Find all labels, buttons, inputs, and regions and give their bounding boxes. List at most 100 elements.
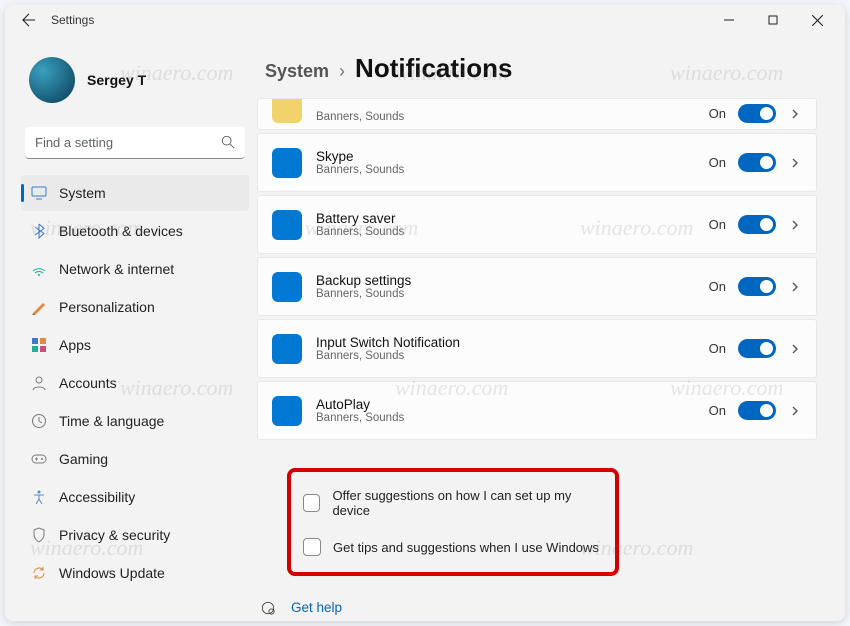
row-right: On <box>709 104 802 123</box>
row-title: Skype <box>316 149 404 164</box>
toggle-switch[interactable] <box>738 153 776 172</box>
minimize-button[interactable] <box>707 5 751 35</box>
app-icon <box>272 396 302 426</box>
sidebar: Sergey T System Bluetooth & devices Networ… <box>5 35 257 621</box>
sidebar-item-label: Windows Update <box>59 565 165 581</box>
chevron-right-icon <box>788 157 802 169</box>
sidebar-item-bluetooth-devices[interactable]: Bluetooth & devices <box>21 213 249 249</box>
checkbox-label: Get tips and suggestions when I use Wind… <box>333 540 599 555</box>
sidebar-item-label: Bluetooth & devices <box>59 223 183 239</box>
sidebar-item-windows-update[interactable]: Windows Update <box>21 555 249 591</box>
gaming-icon <box>31 451 47 467</box>
app-icon <box>272 98 302 123</box>
toggle-state-label: On <box>709 341 726 356</box>
row-text: SkypeBanners, Sounds <box>316 149 404 176</box>
app-icon <box>272 210 302 240</box>
sidebar-item-apps[interactable]: Apps <box>21 327 249 363</box>
row-subtitle: Banners, Sounds <box>316 226 404 238</box>
sidebar-item-time-language[interactable]: Time & language <box>21 403 249 439</box>
toggle-switch[interactable] <box>738 339 776 358</box>
breadcrumb-root[interactable]: System <box>265 61 329 82</box>
checkbox-row-setup-suggestions[interactable]: Offer suggestions on how I can set up my… <box>297 478 609 528</box>
chevron-right-icon <box>788 405 802 417</box>
notification-row[interactable]: SkypeBanners, Sounds On <box>257 133 817 192</box>
sidebar-item-label: Accessibility <box>59 489 135 505</box>
toggle-state-label: On <box>709 279 726 294</box>
search-icon <box>221 135 235 149</box>
toggle-state-label: On <box>709 217 726 232</box>
row-subtitle: Banners, Sounds <box>316 350 460 362</box>
toggle-switch[interactable] <box>738 104 776 123</box>
help-icon <box>261 601 277 615</box>
row-text: Backup settingsBanners, Sounds <box>316 273 411 300</box>
row-right: On <box>709 153 802 172</box>
nav-list: System Bluetooth & devices Network & inter… <box>21 175 249 591</box>
search-input[interactable] <box>25 127 245 159</box>
notification-row[interactable]: Banners, Sounds On <box>257 98 817 130</box>
row-text: AutoPlayBanners, Sounds <box>316 397 404 424</box>
sidebar-item-network-internet[interactable]: Network & internet <box>21 251 249 287</box>
chevron-right-icon <box>788 343 802 355</box>
apps-icon <box>31 337 47 353</box>
personalization-icon <box>31 299 47 315</box>
sidebar-item-gaming[interactable]: Gaming <box>21 441 249 477</box>
toggle-state-label: On <box>709 106 726 121</box>
sidebar-item-label: Gaming <box>59 451 108 467</box>
search-wrap <box>25 127 245 159</box>
help-links: Get help Give feedback <box>257 600 817 621</box>
sidebar-item-accounts[interactable]: Accounts <box>21 365 249 401</box>
row-text: Banners, Sounds <box>316 111 404 123</box>
notification-row[interactable]: Input Switch NotificationBanners, Sounds… <box>257 319 817 378</box>
sidebar-item-personalization[interactable]: Personalization <box>21 289 249 325</box>
row-subtitle: Banners, Sounds <box>316 412 404 424</box>
row-text: Battery saverBanners, Sounds <box>316 211 404 238</box>
row-right: On <box>709 215 802 234</box>
row-title: Battery saver <box>316 211 404 226</box>
checkbox-label: Offer suggestions on how I can set up my… <box>332 488 603 518</box>
maximize-button[interactable] <box>751 5 795 35</box>
checkbox[interactable] <box>303 494 320 512</box>
sidebar-item-label: Network & internet <box>59 261 174 277</box>
settings-window: Settings Sergey T System Bluetooth & devi… <box>5 5 845 621</box>
avatar <box>29 57 75 103</box>
row-right: On <box>709 401 802 420</box>
toggle-switch[interactable] <box>738 277 776 296</box>
toggle-switch[interactable] <box>738 215 776 234</box>
row-right: On <box>709 277 802 296</box>
notification-row[interactable]: Battery saverBanners, Sounds On <box>257 195 817 254</box>
network-icon <box>31 261 47 277</box>
notification-row[interactable]: AutoPlayBanners, Sounds On <box>257 381 817 440</box>
app-icon <box>272 148 302 178</box>
sidebar-item-label: Time & language <box>59 413 164 429</box>
back-button[interactable] <box>11 5 47 35</box>
toggle-state-label: On <box>709 155 726 170</box>
page-title: Notifications <box>355 53 512 84</box>
breadcrumb: System › Notifications <box>257 47 817 98</box>
checkbox-row-tips-suggestions[interactable]: Get tips and suggestions when I use Wind… <box>297 528 609 566</box>
notification-row[interactable]: Backup settingsBanners, Sounds On <box>257 257 817 316</box>
titlebar: Settings <box>5 5 845 35</box>
update-icon <box>31 565 47 581</box>
row-subtitle: Banners, Sounds <box>316 288 411 300</box>
sidebar-item-accessibility[interactable]: Accessibility <box>21 479 249 515</box>
close-button[interactable] <box>795 5 839 35</box>
get-help-link[interactable]: Get help <box>261 600 817 615</box>
minimize-icon <box>724 15 734 25</box>
row-subtitle: Banners, Sounds <box>316 111 404 123</box>
chevron-right-icon <box>788 281 802 293</box>
app-icon <box>272 334 302 364</box>
toggle-switch[interactable] <box>738 401 776 420</box>
close-icon <box>812 15 823 26</box>
content: Sergey T System Bluetooth & devices Networ… <box>5 35 845 621</box>
user-row[interactable]: Sergey T <box>21 39 249 127</box>
checkbox-group-highlighted: Offer suggestions on how I can set up my… <box>287 468 619 576</box>
notification-list: Banners, SoundsOnSkypeBanners, SoundsOnB… <box>257 98 817 440</box>
row-title: AutoPlay <box>316 397 404 412</box>
chevron-right-icon: › <box>339 61 345 82</box>
checkbox[interactable] <box>303 538 321 556</box>
accounts-icon <box>31 375 47 391</box>
row-title: Backup settings <box>316 273 411 288</box>
sidebar-item-system[interactable]: System <box>21 175 249 211</box>
sidebar-item-label: Apps <box>59 337 91 353</box>
sidebar-item-privacy-security[interactable]: Privacy & security <box>21 517 249 553</box>
